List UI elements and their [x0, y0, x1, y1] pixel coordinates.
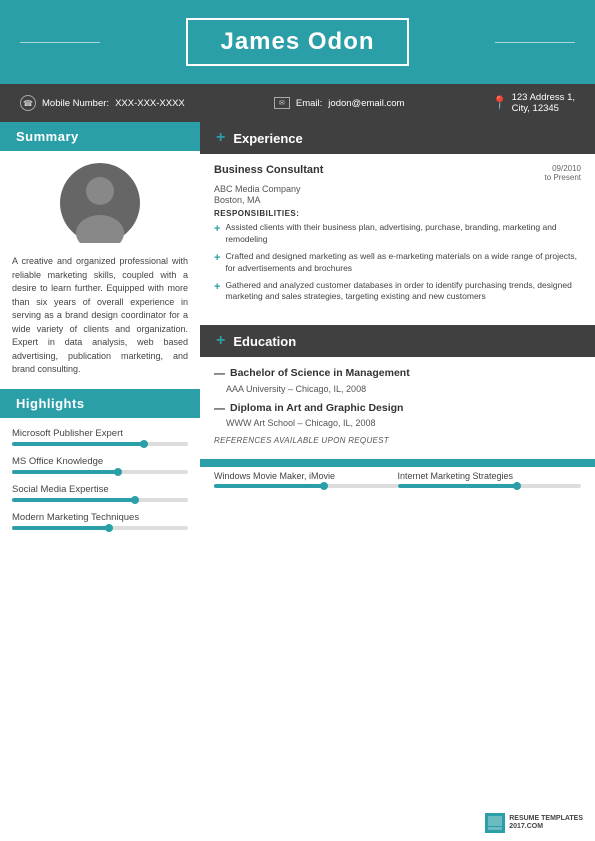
responsibility-item: + Gathered and analyzed customer databas… — [214, 280, 581, 304]
bottom-skill-bar-fill — [398, 484, 517, 488]
left-column: Summary A creative and organized profess… — [0, 122, 200, 550]
experience-section-header: + Experience — [200, 122, 595, 154]
avatar-wrapper — [12, 163, 188, 243]
header-line-right — [495, 42, 575, 43]
highlight-bar-fill — [12, 526, 109, 530]
references: REFERENCES AVAILABLE UPON REQUEST — [214, 436, 581, 445]
teal-divider — [200, 459, 595, 467]
edu-header: — Bachelor of Science in Management — [214, 367, 581, 381]
highlight-label: Microsoft Publisher Expert — [12, 428, 188, 439]
highlight-bar-fill — [12, 442, 144, 446]
candidate-name: James Odon — [220, 28, 374, 55]
resp-text: Gathered and analyzed customer databases… — [225, 280, 581, 304]
summary-section-header: Summary — [0, 122, 200, 151]
job-date: 09/2010to Present — [545, 164, 581, 182]
bottom-skill-item: Internet Marketing Strategies — [398, 471, 582, 488]
highlight-item: Social Media Expertise — [12, 484, 188, 502]
resp-plus-icon: + — [214, 280, 220, 294]
email-icon: ✉ — [274, 97, 290, 109]
edu-dash: — — [214, 402, 225, 416]
phone-icon: ☎ — [20, 95, 36, 111]
responsibility-item: + Assisted clients with their business p… — [214, 222, 581, 246]
highlight-bar-bg — [12, 442, 188, 446]
contact-bar: ☎ Mobile Number: XXX-XXX-XXXX ✉ Email: j… — [0, 84, 595, 122]
bottom-skill-bar-bg — [398, 484, 582, 488]
resp-plus-icon: + — [214, 251, 220, 265]
watermark-icon — [485, 813, 505, 833]
education-plus-icon: + — [216, 332, 225, 350]
location-icon: 📍 — [494, 95, 506, 111]
bottom-skill-item: Windows Movie Maker, iMovie — [214, 471, 398, 488]
edu-entry: — Diploma in Art and Graphic Design WWW … — [214, 402, 581, 428]
job-location: Boston, MA — [214, 195, 581, 205]
watermark-text: RESUME TEMPLATES 2017.COM — [509, 815, 583, 832]
highlight-item: Microsoft Publisher Expert — [12, 428, 188, 446]
edu-school: WWW Art School – Chicago, IL, 2008 — [226, 418, 581, 428]
highlight-bar-fill — [12, 498, 135, 502]
header-line-left — [20, 42, 100, 43]
edu-title: Diploma in Art and Graphic Design — [230, 402, 403, 414]
highlight-bar-thumb — [105, 524, 113, 532]
experience-section: Business Consultant 09/2010to Present AB… — [200, 154, 595, 325]
education-section-header: + Education — [200, 325, 595, 357]
responsibility-item: + Crafted and designed marketing as well… — [214, 251, 581, 275]
bottom-skills-row: Windows Movie Maker, iMovie Internet Mar… — [200, 471, 595, 496]
bottom-skill-label: Internet Marketing Strategies — [398, 471, 582, 481]
highlight-bar-bg — [12, 498, 188, 502]
bottom-skill-bar-thumb — [513, 482, 521, 490]
highlight-label: Modern Marketing Techniques — [12, 512, 188, 523]
edu-dash: — — [214, 367, 225, 381]
edu-school: AAA University – Chicago, IL, 2008 — [226, 384, 581, 394]
resp-text: Crafted and designed marketing as well a… — [225, 251, 581, 275]
right-column: + Experience Business Consultant 09/2010… — [200, 122, 595, 550]
contact-email: ✉ Email: jodon@email.com — [274, 97, 405, 109]
avatar — [60, 163, 140, 243]
highlight-bar-bg — [12, 470, 188, 474]
address: 123 Address 1, City, 12345 — [512, 92, 575, 114]
phone-label: Mobile Number: — [42, 98, 109, 109]
highlight-label: Social Media Expertise — [12, 484, 188, 495]
summary-text: A creative and organized professional wi… — [12, 255, 188, 377]
highlight-bar-thumb — [140, 440, 148, 448]
phone-value: XXX-XXX-XXXX — [115, 98, 185, 109]
highlights-section: Microsoft Publisher Expert MS Office Kno… — [0, 418, 200, 550]
highlight-item: Modern Marketing Techniques — [12, 512, 188, 530]
email-value: jodon@email.com — [328, 98, 404, 109]
highlight-bar-fill — [12, 470, 118, 474]
highlight-bar-thumb — [131, 496, 139, 504]
edu-header: — Diploma in Art and Graphic Design — [214, 402, 581, 416]
job-entry: Business Consultant 09/2010to Present AB… — [214, 164, 581, 303]
resp-text: Assisted clients with their business pla… — [225, 222, 581, 246]
job-title: Business Consultant — [214, 164, 323, 176]
contact-address: 📍 123 Address 1, City, 12345 — [494, 92, 575, 114]
highlights-section-header: Highlights — [0, 389, 200, 418]
bottom-skill-bar-thumb — [320, 482, 328, 490]
bottom-skill-bar-bg — [214, 484, 398, 488]
highlight-bar-bg — [12, 526, 188, 530]
bottom-skill-bar-fill — [214, 484, 324, 488]
job-header: Business Consultant 09/2010to Present — [214, 164, 581, 182]
highlight-label: MS Office Knowledge — [12, 456, 188, 467]
job-company: ABC Media Company — [214, 184, 581, 194]
edu-title: Bachelor of Science in Management — [230, 367, 410, 379]
edu-entry: — Bachelor of Science in Management AAA … — [214, 367, 581, 393]
resp-plus-icon: + — [214, 222, 220, 236]
name-box: James Odon — [186, 18, 408, 66]
summary-section: A creative and organized professional wi… — [0, 151, 200, 389]
education-section: — Bachelor of Science in Management AAA … — [200, 357, 595, 455]
experience-plus-icon: + — [216, 129, 225, 147]
responsibilities-label: RESPONSIBILITIES: — [214, 209, 581, 218]
watermark: RESUME TEMPLATES 2017.COM — [485, 813, 583, 833]
header: James Odon — [0, 0, 595, 84]
contact-phone: ☎ Mobile Number: XXX-XXX-XXXX — [20, 95, 185, 111]
bottom-skill-label: Windows Movie Maker, iMovie — [214, 471, 398, 481]
main-content: Summary A creative and organized profess… — [0, 122, 595, 550]
email-label: Email: — [296, 98, 322, 109]
resume-page: James Odon ☎ Mobile Number: XXX-XXX-XXXX… — [0, 0, 595, 841]
highlight-item: MS Office Knowledge — [12, 456, 188, 474]
highlight-bar-thumb — [114, 468, 122, 476]
